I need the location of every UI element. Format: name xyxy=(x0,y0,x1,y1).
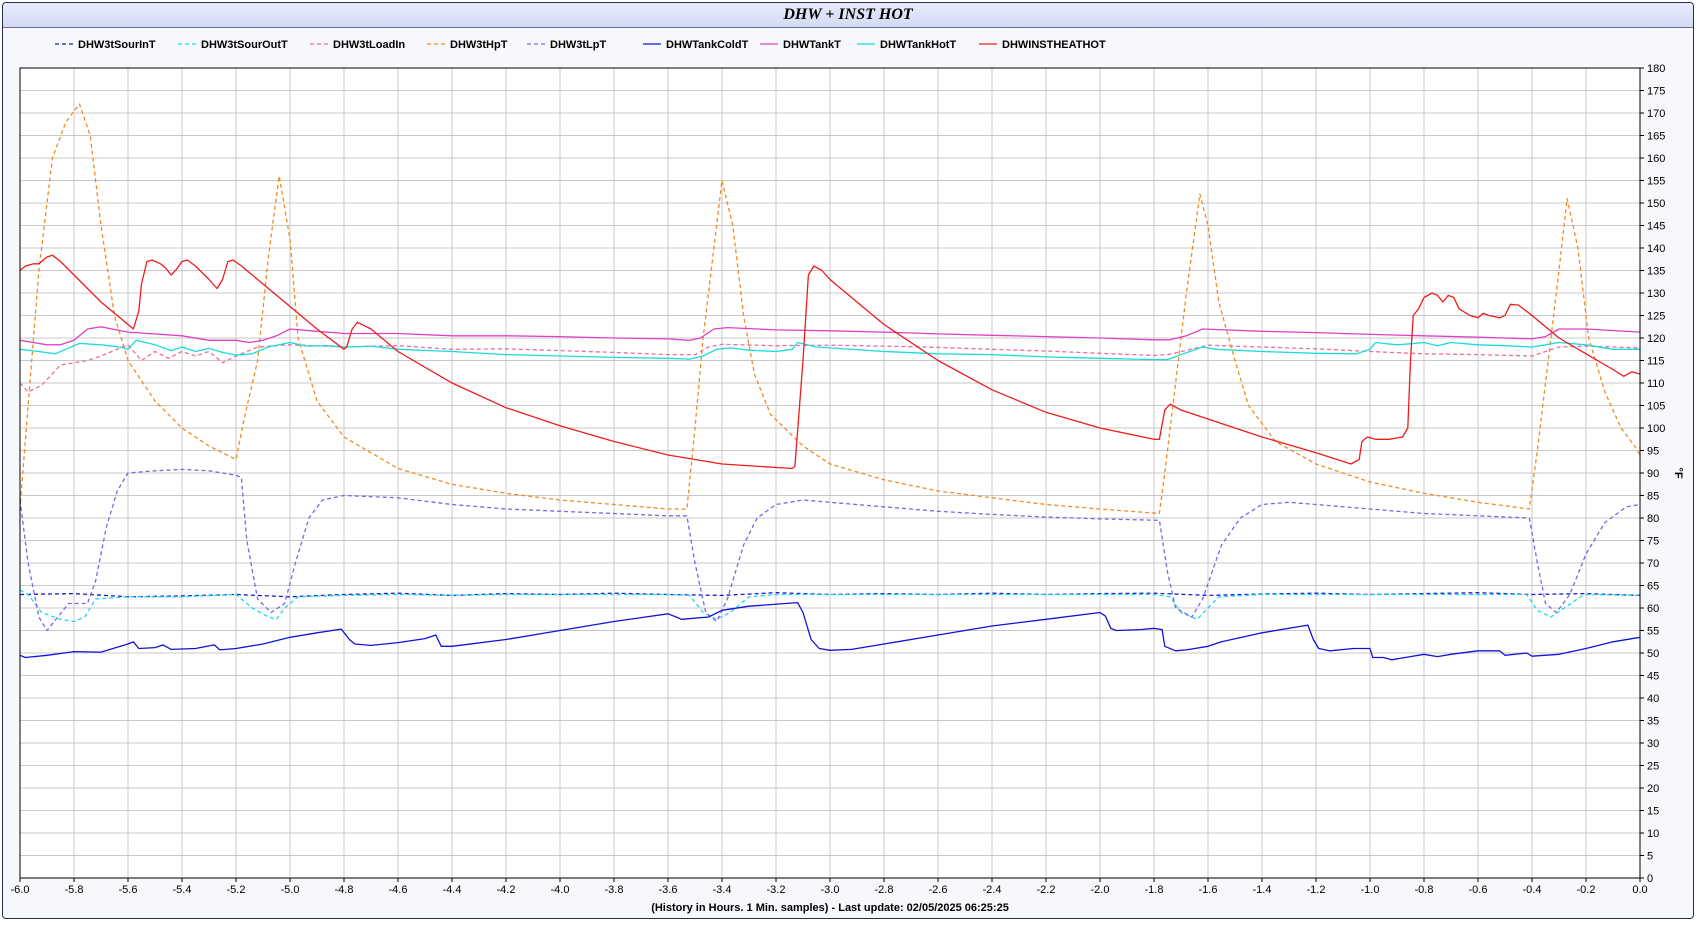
legend-label: DHWTankT xyxy=(783,39,841,51)
legend-label: DHW3tLpT xyxy=(550,39,606,51)
legend-label: DHW3tHpT xyxy=(450,39,508,51)
y-tick-label: 100 xyxy=(1647,423,1665,435)
x-tick-label: -0.8 xyxy=(1415,884,1434,896)
x-tick-label: -1.8 xyxy=(1145,884,1164,896)
y-tick-label: 40 xyxy=(1647,693,1659,705)
y-tick-label: 0 xyxy=(1647,873,1653,885)
x-tick-label: -5.4 xyxy=(173,884,192,896)
x-tick-label: -3.8 xyxy=(605,884,624,896)
x-tick-label: -3.2 xyxy=(767,884,786,896)
y-tick-label: 140 xyxy=(1647,243,1665,255)
y-tick-label: 35 xyxy=(1647,716,1659,728)
x-tick-label: -4.2 xyxy=(497,884,516,896)
y-tick-label: 115 xyxy=(1647,356,1665,368)
x-tick-label: -0.4 xyxy=(1523,884,1542,896)
x-tick-label: -6.0 xyxy=(11,884,30,896)
y-tick-label: 145 xyxy=(1647,221,1665,233)
y-tick-label: 165 xyxy=(1647,131,1665,143)
y-tick-label: 80 xyxy=(1647,513,1659,525)
x-tick-label: -2.4 xyxy=(983,884,1002,896)
y-tick-label: 155 xyxy=(1647,176,1665,188)
x-tick-label: -2.2 xyxy=(1037,884,1056,896)
x-tick-label: -4.8 xyxy=(335,884,354,896)
y-tick-label: 125 xyxy=(1647,311,1665,323)
x-tick-label: -2.8 xyxy=(875,884,894,896)
y-tick-label: 15 xyxy=(1647,806,1659,818)
x-tick-label: 0.0 xyxy=(1632,884,1647,896)
y-tick-label: 110 xyxy=(1647,378,1665,390)
y-tick-label: 65 xyxy=(1647,581,1659,593)
x-tick-label: -3.6 xyxy=(659,884,678,896)
y-tick-label: 75 xyxy=(1647,536,1659,548)
y-tick-label: 25 xyxy=(1647,761,1659,773)
x-tick-label: -4.6 xyxy=(389,884,408,896)
line-chart: 0 5 10 15 20 25 30 35 40 45 50 55 60 65 70 75 80 85 90 95 10… xyxy=(11,39,1684,914)
y-tick-label: 60 xyxy=(1647,603,1659,615)
y-tick-label: 70 xyxy=(1647,558,1659,570)
y-tick-label: 135 xyxy=(1647,266,1665,278)
y-tick-label: 20 xyxy=(1647,783,1659,795)
x-tick-label: -3.0 xyxy=(821,884,840,896)
y-tick-label: 5 xyxy=(1647,851,1653,863)
x-tick-label: -5.6 xyxy=(119,884,138,896)
y-tick-label: 85 xyxy=(1647,491,1659,503)
y-tick-label: 45 xyxy=(1647,671,1659,683)
legend-label: DHW3tSourInT xyxy=(78,39,156,51)
x-tick-label: -1.6 xyxy=(1199,884,1218,896)
y-tick-label: 150 xyxy=(1647,198,1665,210)
legend-label: DHW3tSourOutT xyxy=(201,39,288,51)
x-tick-label: -2.0 xyxy=(1091,884,1110,896)
x-tick-label: -2.6 xyxy=(929,884,948,896)
y-tick-label: 120 xyxy=(1647,333,1665,345)
legend-label: DHWTankColdT xyxy=(666,39,749,51)
x-tick-label: -4.0 xyxy=(551,884,570,896)
y-tick-label: 175 xyxy=(1647,86,1665,98)
legend-label: DHWINSTHEATHOT xyxy=(1002,39,1106,51)
x-tick-label: -0.6 xyxy=(1469,884,1488,896)
y-tick-label: 105 xyxy=(1647,401,1665,413)
y-tick-label: 95 xyxy=(1647,446,1659,458)
x-tick-label: -0.2 xyxy=(1577,884,1596,896)
x-tick-label: -3.4 xyxy=(713,884,732,896)
legend-label: DHW3tLoadIn xyxy=(333,39,405,51)
y-axis-label: °F xyxy=(1672,467,1684,478)
y-tick-label: 130 xyxy=(1647,288,1665,300)
x-tick-label: -5.0 xyxy=(281,884,300,896)
y-tick-label: 160 xyxy=(1647,153,1665,165)
x-tick-label: -5.2 xyxy=(227,884,246,896)
y-tick-label: 50 xyxy=(1647,648,1659,660)
legend-label: DHWTankHotT xyxy=(880,39,956,51)
y-tick-label: 10 xyxy=(1647,828,1659,840)
x-axis-label: (History in Hours. 1 Min. samples) - Las… xyxy=(651,902,1009,914)
x-tick-label: -1.2 xyxy=(1307,884,1326,896)
y-tick-label: 55 xyxy=(1647,626,1659,638)
legend: DHW3tSourInT DHW3tSourOutT DHW3tLoadIn DHW3… xyxy=(55,39,1106,51)
x-tick-label: -1.0 xyxy=(1361,884,1380,896)
x-tick-label: -5.8 xyxy=(65,884,84,896)
y-tick-label: 180 xyxy=(1647,63,1665,75)
y-tick-label: 30 xyxy=(1647,738,1659,750)
y-tick-label: 90 xyxy=(1647,468,1659,480)
x-tick-label: -1.4 xyxy=(1253,884,1272,896)
x-tick-label: -4.4 xyxy=(443,884,462,896)
y-tick-label: 170 xyxy=(1647,108,1665,120)
